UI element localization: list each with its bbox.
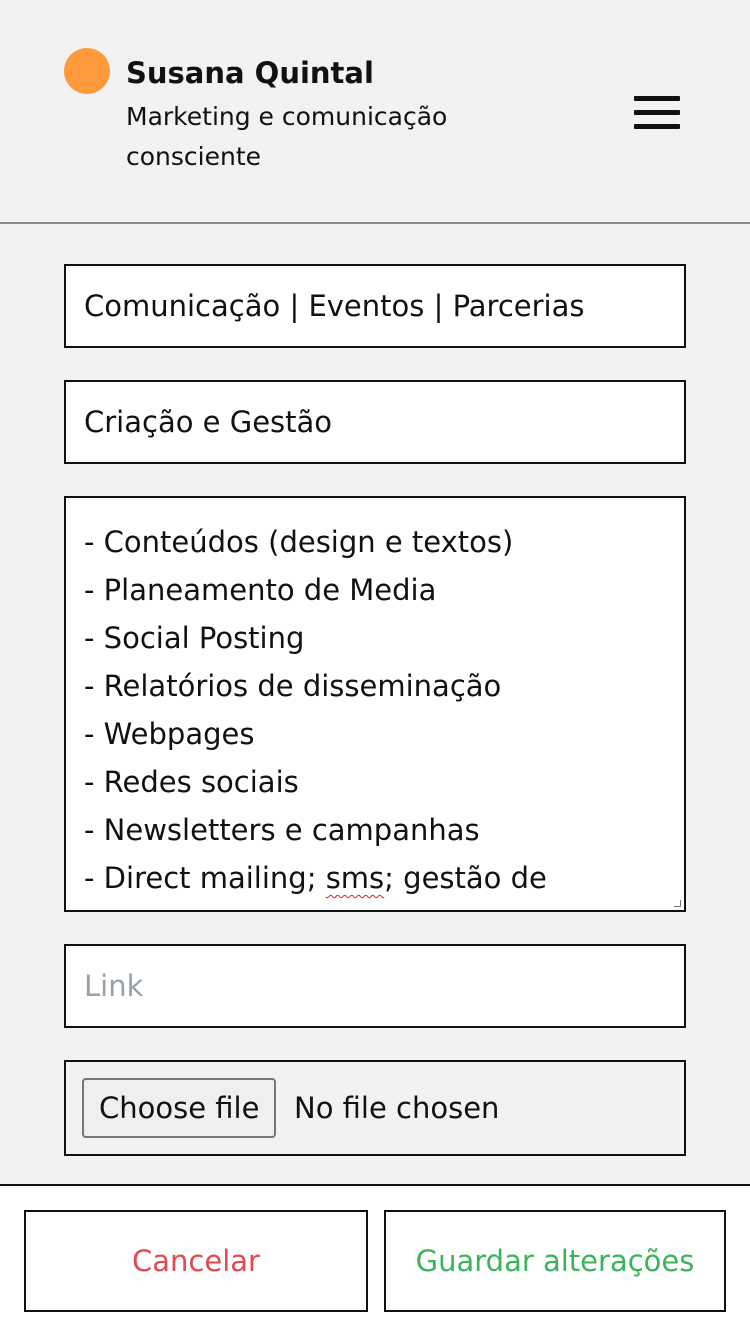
cancel-button[interactable]: Cancelar xyxy=(24,1210,368,1312)
profile-name: Susana Quintal xyxy=(126,56,374,90)
file-status-text: No file chosen xyxy=(294,1091,500,1125)
description-textarea[interactable]: - Conteúdos (design e textos) - Planeame… xyxy=(64,496,686,912)
app-header: Susana Quintal Marketing e comunicação c… xyxy=(0,0,750,224)
description-line: - Relatórios de disseminação xyxy=(84,669,502,703)
file-upload-field: Choose file No file chosen xyxy=(64,1060,686,1156)
title-input[interactable]: Comunicação | Eventos | Parcerias xyxy=(64,264,686,348)
avatar xyxy=(64,48,110,94)
description-line: - Redes sociais xyxy=(84,765,299,799)
description-line: - Social Posting xyxy=(84,621,305,655)
hamburger-menu-icon[interactable] xyxy=(626,90,686,134)
subtitle-input-value: Criação e Gestão xyxy=(84,405,333,439)
description-line: - Webpages xyxy=(84,717,255,751)
resize-handle-icon[interactable] xyxy=(674,900,681,907)
description-line: - Direct mailing; sms; gestão de xyxy=(84,861,547,895)
subtitle-input[interactable]: Criação e Gestão xyxy=(64,380,686,464)
save-changes-button[interactable]: Guardar alterações xyxy=(384,1210,726,1312)
description-line: - Conteúdos (design e textos) xyxy=(84,525,514,559)
action-bar: Cancelar Guardar alterações xyxy=(0,1184,750,1334)
title-input-value: Comunicação | Eventos | Parcerias xyxy=(84,289,585,323)
choose-file-button[interactable]: Choose file xyxy=(82,1078,277,1138)
profile-tagline: Marketing e comunicação consciente xyxy=(126,102,448,171)
link-input[interactable]: Link xyxy=(64,944,686,1028)
cancel-button-label: Cancelar xyxy=(132,1244,260,1278)
save-button-label: Guardar alterações xyxy=(415,1244,695,1278)
description-line: - Newsletters e campanhas xyxy=(84,813,480,847)
link-input-placeholder: Link xyxy=(84,969,144,1003)
description-line: - Planeamento de Media xyxy=(84,573,437,607)
